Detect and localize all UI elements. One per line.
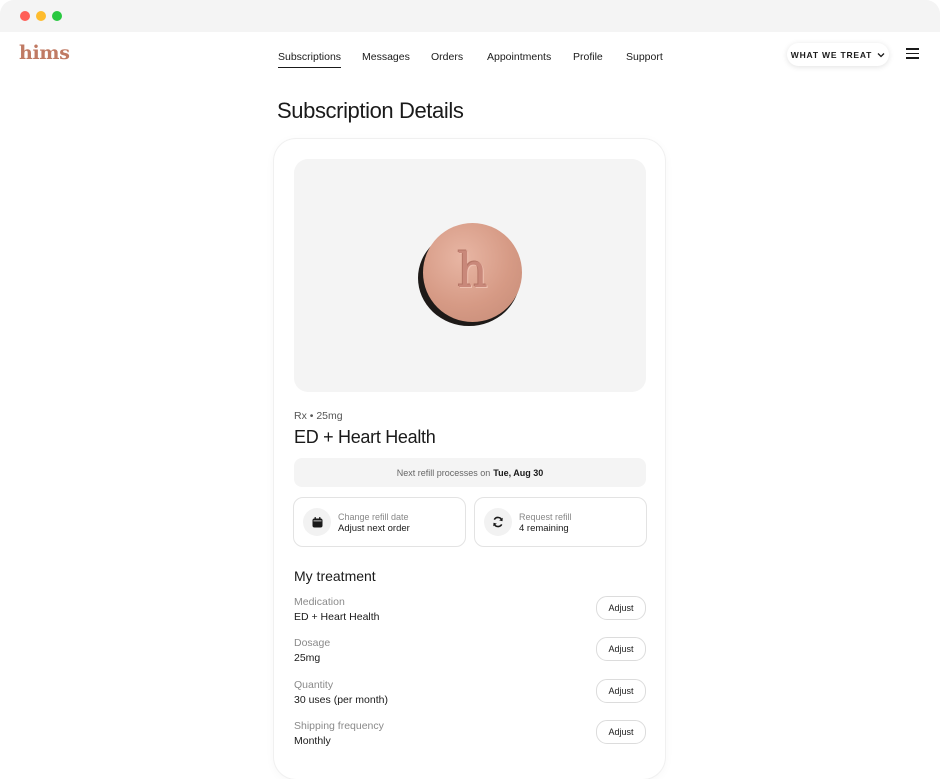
hamburger-menu-icon[interactable] (906, 48, 919, 59)
treatment-label: Quantity (294, 679, 334, 691)
nav-orders[interactable]: Orders (431, 51, 463, 63)
chevron-down-icon (877, 52, 885, 57)
treatment-label: Shipping frequency (294, 720, 384, 732)
nav-messages[interactable]: Messages (362, 51, 410, 63)
treatment-row-quantity: Quantity 30 uses (per month) Adjust (294, 679, 646, 713)
request-refill-subtitle: 4 remaining (519, 523, 569, 534)
adjust-quantity-button[interactable]: Adjust (596, 679, 646, 703)
nav-profile[interactable]: Profile (573, 51, 603, 63)
pill-image: h (423, 223, 522, 322)
treatment-value: ED + Heart Health (294, 611, 380, 623)
treatment-row-dosage: Dosage 25mg Adjust (294, 637, 646, 671)
refill-date: Tue, Aug 30 (493, 467, 544, 478)
treatment-value: 30 uses (per month) (294, 694, 388, 706)
change-refill-date-title: Change refill date (338, 512, 409, 522)
my-treatment-heading: My treatment (294, 568, 376, 584)
rx-dosage-line: Rx • 25mg (294, 410, 343, 422)
treatment-value: 25mg (294, 652, 321, 664)
product-name: ED + Heart Health (294, 427, 436, 447)
close-window-icon[interactable] (20, 11, 30, 21)
nav-support[interactable]: Support (626, 51, 663, 63)
change-refill-date-subtitle: Adjust next order (338, 523, 410, 534)
minimize-window-icon[interactable] (36, 11, 46, 21)
treatment-label: Dosage (294, 637, 331, 649)
refresh-icon (484, 508, 512, 536)
treatment-row-shipping-frequency: Shipping frequency Monthly Adjust (294, 720, 646, 754)
next-refill-banner: Next refill processes on Tue, Aug 30 (294, 458, 646, 487)
what-we-treat-button[interactable]: WHAT WE TREAT (787, 43, 889, 66)
adjust-shipping-frequency-button[interactable]: Adjust (596, 720, 646, 744)
browser-chrome (0, 0, 940, 32)
request-refill-button[interactable]: Request refill 4 remaining (474, 497, 647, 547)
treatment-row-medication: Medication ED + Heart Health Adjust (294, 596, 646, 630)
pill-letter: h (457, 242, 488, 299)
treatment-value: Monthly (294, 735, 331, 747)
maximize-window-icon[interactable] (52, 11, 62, 21)
nav-subscriptions[interactable]: Subscriptions (278, 51, 342, 68)
subscription-card: h Rx • 25mg ED + Heart Health Next refil… (274, 139, 665, 779)
product-image: h (294, 159, 646, 392)
refill-prefix: Next refill processes on (396, 467, 491, 478)
page-title: Subscription Details (277, 98, 464, 123)
change-refill-date-button[interactable]: Change refill date Adjust next order (293, 497, 466, 547)
calendar-icon (303, 508, 331, 536)
treatment-label: Medication (294, 596, 345, 608)
adjust-medication-button[interactable]: Adjust (596, 596, 646, 620)
nav-appointments[interactable]: Appointments (487, 51, 551, 63)
what-we-treat-label: WHAT WE TREAT (790, 49, 873, 60)
request-refill-title: Request refill (519, 512, 572, 522)
adjust-dosage-button[interactable]: Adjust (596, 637, 646, 661)
